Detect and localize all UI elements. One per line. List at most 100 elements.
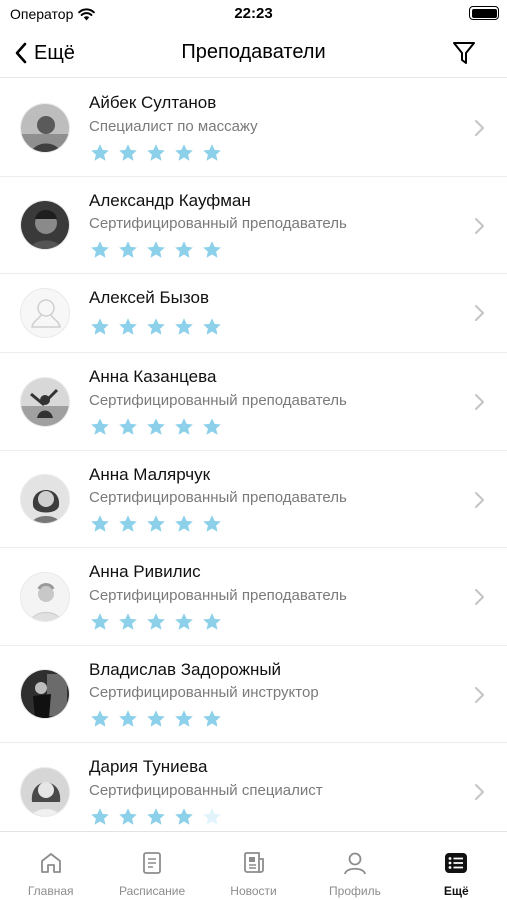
teacher-avatar bbox=[20, 103, 70, 153]
teacher-name: Айбек Султанов bbox=[89, 93, 217, 112]
teacher-row[interactable]: Анна Казанцева Сертифицированный препода… bbox=[0, 353, 507, 451]
tab-news[interactable]: Новости bbox=[203, 832, 304, 900]
teacher-row[interactable]: Алексей Бызов bbox=[0, 274, 507, 353]
star-filled-icon bbox=[147, 241, 165, 258]
teacher-avatar bbox=[20, 200, 70, 250]
star-filled-icon bbox=[119, 418, 137, 435]
tab-label: Профиль bbox=[329, 884, 381, 898]
teacher-role: Сертифицированный преподаватель bbox=[89, 489, 347, 506]
tab-home[interactable]: Главная bbox=[0, 832, 101, 900]
star-filled-icon bbox=[119, 144, 137, 161]
teacher-avatar bbox=[20, 767, 70, 817]
star-filled-icon bbox=[175, 515, 193, 532]
star-filled-icon bbox=[203, 318, 221, 335]
chevron-right-icon bbox=[475, 305, 484, 321]
schedule-icon bbox=[143, 852, 162, 874]
teacher-avatar bbox=[20, 474, 70, 524]
chevron-right-icon bbox=[475, 120, 484, 136]
teacher-name: Анна Казанцева bbox=[89, 367, 217, 386]
teacher-row[interactable]: Айбек Султанов Специалист по массажу bbox=[0, 79, 507, 177]
star-filled-icon bbox=[91, 613, 109, 630]
rating-stars bbox=[90, 317, 222, 336]
chevron-right-icon bbox=[475, 394, 484, 410]
star-filled-icon bbox=[203, 710, 221, 727]
navigation-bar: Ещё Преподаватели bbox=[0, 30, 507, 78]
teacher-name: Алексей Бызов bbox=[89, 288, 209, 307]
status-bar: Оператор 22:23 bbox=[0, 0, 507, 30]
star-filled-icon bbox=[91, 418, 109, 435]
star-filled-icon bbox=[175, 318, 193, 335]
star-filled-icon bbox=[175, 710, 193, 727]
star-filled-icon bbox=[119, 613, 137, 630]
star-filled-icon bbox=[91, 241, 109, 258]
star-filled-icon bbox=[175, 144, 193, 161]
teacher-role: Сертифицированный преподаватель bbox=[89, 587, 347, 604]
teacher-row[interactable]: Александр Кауфман Сертифицированный преп… bbox=[0, 177, 507, 274]
star-filled-icon bbox=[175, 613, 193, 630]
star-filled-icon bbox=[119, 241, 137, 258]
star-filled-icon bbox=[91, 144, 109, 161]
teacher-row[interactable]: Анна Ривилис Сертифицированный преподава… bbox=[0, 548, 507, 646]
star-filled-icon bbox=[203, 613, 221, 630]
star-filled-icon bbox=[91, 710, 109, 727]
teacher-role: Специалист по массажу bbox=[89, 118, 258, 135]
rating-stars bbox=[90, 143, 222, 162]
star-filled-icon bbox=[119, 318, 137, 335]
teacher-role: Сертифицированный специалист bbox=[89, 782, 323, 799]
star-filled-icon bbox=[91, 318, 109, 335]
more-icon bbox=[445, 853, 468, 873]
star-filled-icon bbox=[147, 318, 165, 335]
tab-schedule[interactable]: Расписание bbox=[101, 832, 202, 900]
chevron-right-icon bbox=[475, 784, 484, 800]
star-filled-icon bbox=[203, 144, 221, 161]
tab-more[interactable]: Ещё bbox=[406, 832, 507, 900]
star-filled-icon bbox=[119, 515, 137, 532]
star-filled-icon bbox=[203, 241, 221, 258]
star-filled-icon bbox=[175, 808, 193, 825]
star-filled-icon bbox=[91, 808, 109, 825]
avatar-placeholder-icon bbox=[20, 288, 70, 338]
teacher-avatar bbox=[20, 377, 70, 427]
chevron-right-icon bbox=[475, 687, 484, 703]
battery-icon bbox=[469, 6, 499, 20]
news-icon bbox=[243, 852, 264, 873]
star-filled-icon bbox=[175, 418, 193, 435]
home-icon bbox=[40, 853, 61, 873]
star-filled-icon bbox=[91, 515, 109, 532]
rating-stars bbox=[90, 612, 222, 631]
star-filled-icon bbox=[147, 515, 165, 532]
star-filled-icon bbox=[147, 144, 165, 161]
teacher-name: Александр Кауфман bbox=[89, 191, 251, 210]
rating-stars bbox=[90, 240, 222, 259]
rating-stars bbox=[90, 807, 222, 826]
chevron-right-icon bbox=[475, 218, 484, 234]
tab-label: Ещё bbox=[443, 884, 469, 898]
teacher-role: Сертифицированный инструктор bbox=[89, 684, 319, 701]
tab-label: Главная bbox=[27, 884, 74, 898]
star-filled-icon bbox=[147, 613, 165, 630]
tab-label: Расписание bbox=[119, 884, 186, 898]
star-filled-icon bbox=[147, 710, 165, 727]
teacher-name: Анна Малярчук bbox=[89, 465, 211, 484]
tab-profile[interactable]: Профиль bbox=[304, 832, 405, 900]
star-filled-icon bbox=[119, 808, 137, 825]
star-empty-icon bbox=[203, 808, 221, 825]
tab-bar: Главная Расписание Новости Профиль Ещё bbox=[0, 831, 507, 900]
star-filled-icon bbox=[147, 808, 165, 825]
rating-stars bbox=[90, 514, 222, 533]
teacher-row[interactable]: Владислав Задорожный Сертифицированный и… bbox=[0, 646, 507, 743]
filter-icon[interactable] bbox=[451, 39, 477, 67]
star-filled-icon bbox=[175, 241, 193, 258]
chevron-right-icon bbox=[475, 589, 484, 605]
teacher-avatar bbox=[20, 572, 70, 622]
teacher-row[interactable]: Дария Туниева Сертифицированный специали… bbox=[0, 743, 507, 831]
clock: 22:23 bbox=[234, 5, 273, 22]
teacher-row[interactable]: Анна Малярчук Сертифицированный преподав… bbox=[0, 451, 507, 548]
star-filled-icon bbox=[203, 418, 221, 435]
teacher-name: Анна Ривилис bbox=[89, 562, 201, 581]
teacher-name: Владислав Задорожный bbox=[89, 660, 282, 679]
star-filled-icon bbox=[119, 710, 137, 727]
rating-stars bbox=[90, 417, 222, 436]
teacher-avatar bbox=[20, 669, 70, 719]
tab-label: Новости bbox=[230, 884, 277, 898]
